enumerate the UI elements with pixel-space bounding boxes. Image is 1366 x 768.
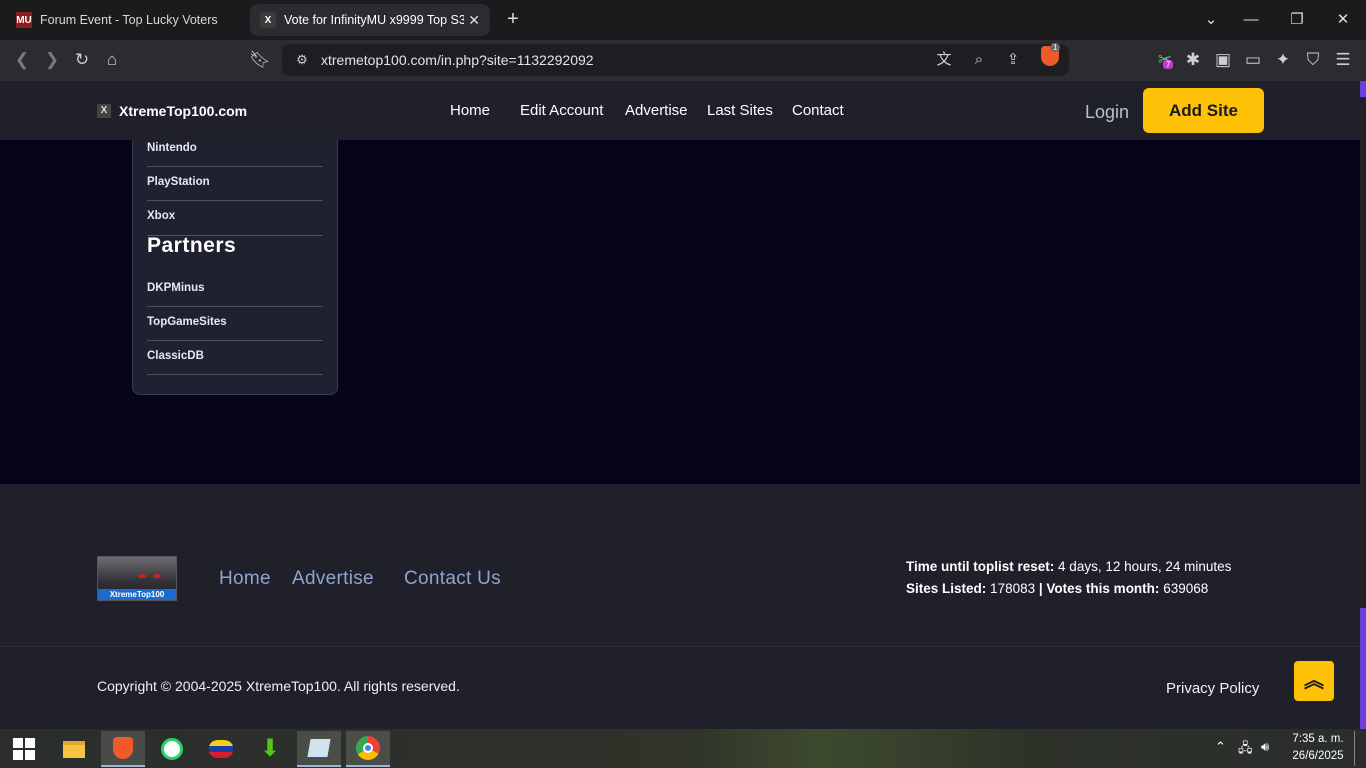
tab-search-dropdown-icon[interactable]: ⌄ <box>1199 8 1223 32</box>
reset-label: Time until toplist reset: <box>906 559 1055 574</box>
show-hidden-icons-icon[interactable]: ⌃ <box>1215 739 1226 755</box>
whatsapp-taskbar-icon[interactable] <box>150 731 194 767</box>
show-desktop-button[interactable] <box>1354 731 1355 766</box>
vpn-icon[interactable]: ⛉ <box>1301 48 1325 72</box>
xtremetop100-logo-icon: X <box>97 104 111 118</box>
share-icon[interactable]: ⇪ <box>1001 48 1025 72</box>
minimize-window-button[interactable]: — <box>1239 8 1263 32</box>
forward-icon[interactable]: ❯ <box>40 48 64 72</box>
sidebar-icon[interactable]: ▣ <box>1211 48 1235 72</box>
bookmark-icon[interactable]: 🔖︎ <box>248 48 272 72</box>
extension-badge-count: 7 <box>1163 60 1174 69</box>
windows-taskbar: ⬇ ⌃ 🖧︎ 🔊︎ 7:35 a. m. 26/6/2025 <box>0 729 1366 768</box>
scrollbar-thumb[interactable] <box>1360 608 1366 729</box>
wallet-icon[interactable]: ▭ <box>1241 48 1265 72</box>
site-logo[interactable]: X XtremeTop100.com <box>97 103 247 119</box>
menu-icon[interactable]: ☰ <box>1331 48 1355 72</box>
footer-logo[interactable]: XtremeTop100 <box>97 556 177 601</box>
sidebar-item-dkpminus[interactable]: DKPMinus <box>147 282 323 294</box>
divider <box>147 166 323 167</box>
browser-tab-vote[interactable]: X Vote for InfinityMU x9999 Top S3 ✕ <box>250 4 490 36</box>
browser-tab-strip: MU Forum Event - Top Lucky Voters of Ju … <box>0 0 1366 40</box>
nav-advertise[interactable]: Advertise <box>625 102 688 119</box>
network-icon[interactable]: 🖧︎ <box>1238 739 1253 761</box>
stats-separator: | <box>1038 581 1043 596</box>
footer-logo-caption: XtremeTop100 <box>98 589 176 600</box>
restore-window-button[interactable]: ❐ <box>1285 8 1309 32</box>
scrollbar-marker <box>1360 81 1366 97</box>
close-tab-icon[interactable]: ✕ <box>468 12 480 29</box>
toplist-reset-info: Time until toplist reset: 4 days, 12 hou… <box>906 559 1231 574</box>
browser-toolbar: ❮ ❯ ↻ ⌂ 🔖︎ ⚙ xtremetop100.com/in.php?sit… <box>0 40 1366 81</box>
sidebar-item-topgamesites[interactable]: TopGameSites <box>147 316 323 328</box>
back-icon[interactable]: ❮ <box>10 48 34 72</box>
volume-icon[interactable]: 🔊︎ <box>1261 739 1269 755</box>
translate-icon[interactable]: 文 <box>932 48 956 72</box>
xtremetop100-icon: X <box>260 12 276 28</box>
chrome-taskbar-icon[interactable] <box>346 731 390 767</box>
new-tab-button[interactable]: + <box>502 8 524 30</box>
category-sidebar: Nintendo PlayStation Xbox Partners DKPMi… <box>132 140 338 395</box>
nav-last-sites[interactable]: Last Sites <box>707 102 773 119</box>
leo-ai-icon[interactable]: ✦ <box>1271 48 1295 72</box>
partners-heading: Partners <box>147 234 237 257</box>
reset-value: 4 days, 12 hours, 24 minutes <box>1058 559 1232 574</box>
site-logo-text: XtremeTop100.com <box>119 103 248 119</box>
browser-tab-forum-event[interactable]: MU Forum Event - Top Lucky Voters of Ju <box>6 4 246 36</box>
home-icon[interactable]: ⌂ <box>100 48 124 72</box>
back-to-top-button[interactable]: ︽ <box>1294 661 1334 701</box>
venezuela-flag-taskbar-icon[interactable] <box>199 731 243 767</box>
sidebar-item-classicdb[interactable]: ClassicDB <box>147 350 323 362</box>
copyright-text: Copyright © 2004-2025 XtremeTop100. All … <box>97 678 460 694</box>
sidebar-item-xbox[interactable]: Xbox <box>147 210 323 222</box>
reload-icon[interactable]: ↻ <box>70 48 94 72</box>
site-settings-icon[interactable]: ⚙ <box>290 48 314 72</box>
logo-eye <box>138 574 146 578</box>
footer-link-contact-us[interactable]: Contact Us <box>404 568 501 590</box>
nav-contact[interactable]: Contact <box>792 102 844 119</box>
divider <box>147 374 323 375</box>
footer-bottom-bar: Copyright © 2004-2025 XtremeTop100. All … <box>0 646 1360 729</box>
url-text[interactable]: xtremetop100.com/in.php?site=1132292092 <box>321 52 594 68</box>
footer-link-advertise[interactable]: Advertise <box>292 568 374 590</box>
divider <box>147 340 323 341</box>
sidebar-item-playstation[interactable]: PlayStation <box>147 176 323 188</box>
site-header: X XtremeTop100.com Home Edit Account Adv… <box>0 81 1360 140</box>
clock-date: 26/6/2025 <box>1292 750 1344 762</box>
divider <box>147 306 323 307</box>
tab-title: Forum Event - Top Lucky Voters of Ju <box>40 13 220 27</box>
site-stats: Sites Listed: 178083 | Votes this month:… <box>906 581 1208 596</box>
notepad-taskbar-icon[interactable] <box>297 731 341 767</box>
system-clock[interactable]: 7:35 a. m. 26/6/2025 <box>1286 731 1350 765</box>
logo-eye <box>153 574 161 578</box>
download-manager-taskbar-icon[interactable]: ⬇ <box>248 731 292 767</box>
votes-label: Votes this month: <box>1046 581 1160 596</box>
clock-time: 7:35 a. m. <box>1292 733 1344 745</box>
start-button[interactable] <box>2 731 46 767</box>
sidebar-item-nintendo[interactable]: Nintendo <box>147 142 323 154</box>
mu-online-icon: MU <box>16 12 32 28</box>
address-bar[interactable]: ⚙ xtremetop100.com/in.php?site=113229209… <box>282 44 1069 76</box>
footer: XtremeTop100 Home Advertise Contact Us T… <box>0 484 1360 646</box>
tab-title: Vote for InfinityMU x9999 Top S3 <box>284 13 464 27</box>
votes-value: 639068 <box>1163 581 1209 596</box>
nav-home[interactable]: Home <box>450 102 490 119</box>
brave-taskbar-icon[interactable] <box>101 731 145 767</box>
zoom-icon[interactable]: ⌕ <box>967 48 991 72</box>
extensions-puzzle-icon[interactable]: ✱ <box>1181 48 1205 72</box>
windows-logo-icon <box>13 738 35 760</box>
close-window-button[interactable]: ✕ <box>1331 8 1355 32</box>
divider <box>147 200 323 201</box>
footer-link-home[interactable]: Home <box>219 568 271 590</box>
file-explorer-taskbar-icon[interactable] <box>52 731 96 767</box>
add-site-button[interactable]: Add Site <box>1143 88 1264 133</box>
nav-edit-account[interactable]: Edit Account <box>520 102 603 119</box>
login-link[interactable]: Login <box>1085 102 1129 123</box>
sites-listed-value: 178083 <box>990 581 1036 596</box>
sites-listed-label: Sites Listed: <box>906 581 987 596</box>
privacy-policy-link[interactable]: Privacy Policy <box>1166 680 1259 697</box>
